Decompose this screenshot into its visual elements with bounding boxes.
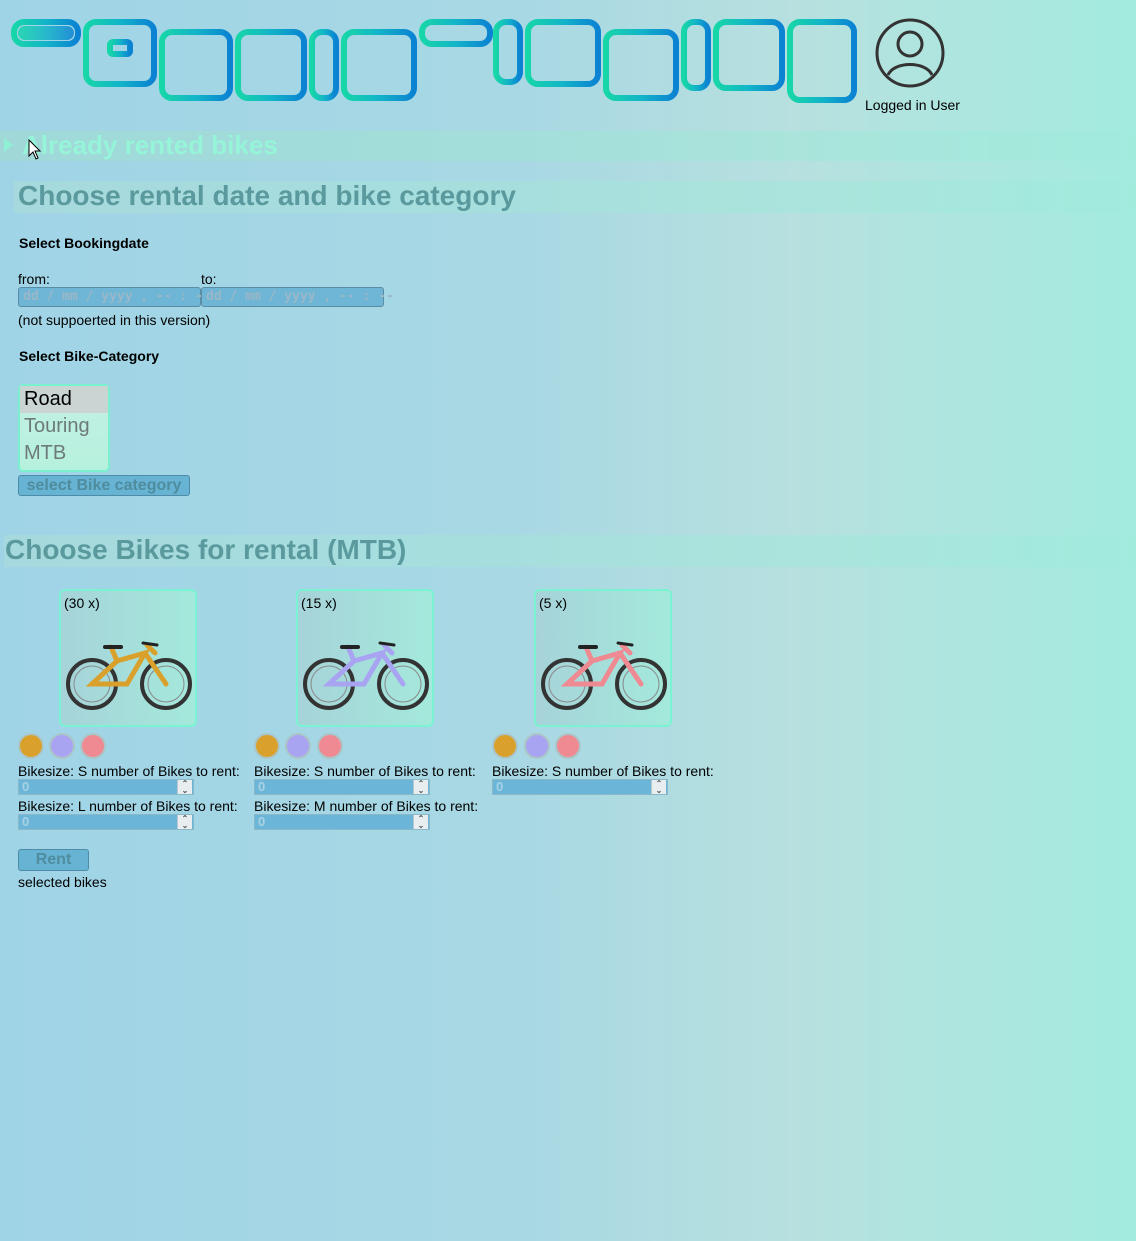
bike-quantity-stepper[interactable]: 0 ⌃ ⌄ <box>492 779 668 795</box>
mountain-bike-image <box>303 641 429 710</box>
color-swatch-pink[interactable] <box>80 733 106 759</box>
bikesize-label: Bikesize: M number of Bikes to rent: <box>254 798 479 814</box>
category-option-touring[interactable]: Touring <box>20 413 108 440</box>
bookingdate-heading: Select Bookingdate <box>19 235 149 251</box>
select-category-button[interactable]: select Bike category <box>18 475 190 496</box>
to-date-input[interactable]: dd / mm / yyyy , -- : -- <box>201 287 394 307</box>
bikesize-label: Bikesize: S number of Bikes to rent: <box>254 763 476 779</box>
booking-section-title: Choose rental date and bike category <box>18 180 516 211</box>
bike-quantity-stepper[interactable]: 0 ⌃ ⌄ <box>254 814 430 830</box>
color-swatch-gold[interactable] <box>18 733 44 759</box>
color-swatch-gold[interactable] <box>492 733 518 759</box>
stepper-arrows-icon[interactable]: ⌃ ⌄ <box>651 780 666 795</box>
bike-category-listbox[interactable]: Road Touring MTB <box>18 384 110 472</box>
mountain-bike-image <box>541 641 667 710</box>
color-swatch-pink[interactable] <box>317 733 343 759</box>
touristikbike-logo <box>11 19 857 103</box>
quantity-value: 0 <box>258 779 266 794</box>
bike-category-heading: Select Bike-Category <box>19 348 160 364</box>
logged-in-user-label: Logged in User <box>865 97 960 113</box>
date-not-supported-note: (not suppoerted in this version) <box>18 312 211 328</box>
stepper-arrows-icon[interactable]: ⌃ ⌄ <box>413 815 428 830</box>
bike-card[interactable]: (30 x) <box>59 589 197 727</box>
category-option-road[interactable]: Road <box>20 386 108 413</box>
bike-quantity-stepper[interactable]: 0 ⌃ ⌄ <box>18 779 194 795</box>
mouse-cursor-icon <box>28 139 42 160</box>
bike-count: (30 x) <box>64 595 100 611</box>
color-swatch-pink[interactable] <box>555 733 581 759</box>
disclosure-triangle-icon[interactable] <box>4 138 13 152</box>
stepper-arrows-icon[interactable]: ⌃ ⌄ <box>177 815 192 830</box>
to-label: to: <box>201 271 217 287</box>
rent-button[interactable]: Rent <box>18 849 89 871</box>
bike-card[interactable]: (15 x) <box>296 589 434 727</box>
user-avatar-icon[interactable] <box>874 17 946 89</box>
quantity-value: 0 <box>22 779 30 794</box>
from-date-input[interactable]: dd / mm / yyyy , -- : -- <box>18 287 211 307</box>
rented-bikes-summary[interactable]: Already rented bikes <box>22 130 278 161</box>
quantity-value: 0 <box>496 779 504 794</box>
bike-count: (15 x) <box>301 595 337 611</box>
stepper-arrows-icon[interactable]: ⌃ ⌄ <box>413 780 428 795</box>
bikes-section-title: Choose Bikes for rental (MTB) <box>5 534 407 565</box>
bike-quantity-stepper[interactable]: 0 ⌃ ⌄ <box>254 779 430 795</box>
color-swatch-gold[interactable] <box>254 733 280 759</box>
category-option-mtb[interactable]: MTB <box>20 440 108 467</box>
from-label: from: <box>18 271 50 287</box>
selected-bikes-text: selected bikes <box>18 874 107 890</box>
quantity-value: 0 <box>258 814 266 829</box>
bikesize-label: Bikesize: S number of Bikes to rent: <box>492 763 714 779</box>
color-swatch-lilac[interactable] <box>49 733 75 759</box>
bikesize-label: Bikesize: S number of Bikes to rent: <box>18 763 240 779</box>
bike-card[interactable]: (5 x) <box>534 589 672 727</box>
color-swatch-lilac[interactable] <box>524 733 550 759</box>
quantity-value: 0 <box>22 814 30 829</box>
bikesize-label: Bikesize: L number of Bikes to rent: <box>18 798 238 814</box>
mountain-bike-image <box>66 641 192 710</box>
bike-quantity-stepper[interactable]: 0 ⌃ ⌄ <box>18 814 194 830</box>
stepper-arrows-icon[interactable]: ⌃ ⌄ <box>177 780 192 795</box>
bike-count: (5 x) <box>539 595 567 611</box>
color-swatch-lilac[interactable] <box>285 733 311 759</box>
